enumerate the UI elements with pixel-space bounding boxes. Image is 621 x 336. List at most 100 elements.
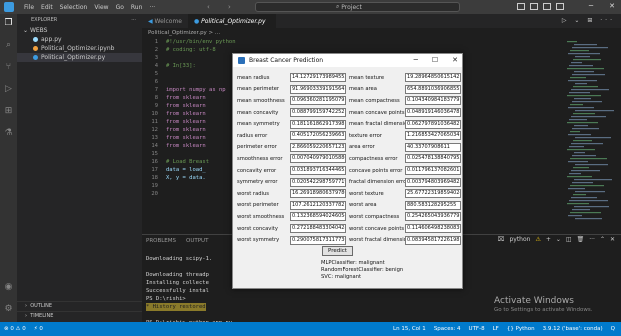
source-control-icon[interactable]: ⑂ bbox=[3, 62, 14, 73]
minimap-line bbox=[573, 113, 595, 115]
command-search-box[interactable]: ⌕ Project bbox=[255, 2, 460, 12]
menu-item[interactable]: Go bbox=[116, 4, 124, 11]
file-item[interactable]: Political_Optimizer.py bbox=[17, 53, 142, 62]
maximize-button[interactable]: ☐ bbox=[432, 56, 438, 64]
feature-input[interactable]: 0.03189371634446557 bbox=[290, 166, 346, 176]
more-actions-icon[interactable]: ··· bbox=[131, 17, 136, 23]
tab-problems[interactable]: PROBLEMS bbox=[146, 238, 176, 244]
vscode-logo-icon bbox=[4, 2, 14, 12]
search-icon[interactable]: ⌕ bbox=[3, 40, 14, 51]
minimap-line bbox=[568, 215, 582, 217]
feature-input[interactable]: 19.28964850615142 bbox=[405, 73, 461, 83]
status-item[interactable]: {} Python bbox=[507, 326, 535, 332]
menu-item[interactable]: Selection bbox=[60, 4, 88, 11]
menu-item[interactable]: ··· bbox=[149, 4, 155, 11]
minimap-line bbox=[571, 89, 609, 91]
line-number: 8 bbox=[154, 95, 158, 101]
terminal-shell-label[interactable]: python bbox=[509, 236, 530, 243]
feature-input[interactable]: 0.048919146036478 bbox=[405, 108, 461, 118]
predict-button[interactable]: Predict bbox=[322, 246, 353, 256]
feature-input[interactable]: 0.062797891036482776 bbox=[405, 119, 461, 129]
folder-webs[interactable]: ⌄ WEBS bbox=[17, 26, 142, 35]
feature-input[interactable]: 16.26918980637978087 bbox=[290, 189, 346, 199]
explorer-icon[interactable]: ❐ bbox=[3, 18, 14, 29]
status-item[interactable]: UTF-8 bbox=[469, 326, 485, 332]
toggle-sidebar-icon[interactable] bbox=[517, 3, 525, 10]
tab-political-optimizer[interactable]: ● Political_Optimizer.py bbox=[188, 14, 276, 28]
feature-input[interactable]: 0.0037948039694823374 bbox=[405, 177, 461, 187]
file-item[interactable]: app.py bbox=[17, 35, 142, 44]
feature-input[interactable]: 0.290075817311773644 bbox=[290, 235, 346, 245]
split-terminal-icon[interactable]: ◫ bbox=[566, 236, 572, 243]
feature-input[interactable]: 2.86605922065712327 bbox=[290, 142, 346, 152]
toggle-panel-icon[interactable] bbox=[530, 3, 538, 10]
menu-item[interactable]: File bbox=[24, 4, 34, 11]
settings-gear-icon[interactable]: ⚙ bbox=[3, 304, 14, 315]
status-item[interactable]: Spaces: 4 bbox=[434, 326, 461, 332]
tab-output[interactable]: OUTPUT bbox=[186, 238, 208, 244]
breadcrumb[interactable]: Political_Optimizer.py > ... bbox=[148, 30, 220, 36]
feature-input[interactable]: 0.088799159742252 bbox=[290, 108, 346, 118]
menu-item[interactable]: Edit bbox=[41, 4, 53, 11]
minimap-line bbox=[574, 206, 609, 208]
status-item[interactable]: ⊗ 0 ⚠ 0 bbox=[4, 326, 26, 332]
feature-input[interactable]: 0.025478138840795305 bbox=[405, 154, 461, 164]
feature-input[interactable]: 1.216853427065034 bbox=[405, 131, 461, 141]
status-item[interactable]: LF bbox=[493, 326, 499, 332]
feature-input[interactable]: 0.254265043936779176 bbox=[405, 212, 461, 222]
warning-icon: ⚠ bbox=[535, 236, 541, 243]
status-item[interactable]: ⚡ 0 bbox=[34, 326, 43, 332]
status-item[interactable]: Q bbox=[611, 326, 615, 332]
feature-input[interactable]: 0.405172056239663775 bbox=[290, 131, 346, 141]
feature-input[interactable]: 0.104340984183779 bbox=[405, 96, 461, 106]
minimap[interactable] bbox=[563, 38, 615, 234]
close-panel-icon[interactable]: ✕ bbox=[610, 236, 615, 243]
minimize-button[interactable]: ─ bbox=[589, 2, 593, 10]
layout-controls[interactable] bbox=[517, 3, 564, 10]
feature-input[interactable]: 0.011796137082601504 bbox=[405, 166, 461, 176]
feature-input[interactable]: 0.007040979010588003 bbox=[290, 154, 346, 164]
maximize-panel-icon[interactable]: ⌃ bbox=[600, 236, 605, 243]
feature-input[interactable]: 0.020542298759771963 bbox=[290, 177, 346, 187]
status-item[interactable]: 3.9.12 ('base': conda) bbox=[543, 326, 603, 332]
feature-input[interactable]: 0.181161862917398 bbox=[290, 119, 346, 129]
extensions-icon[interactable]: ⊞ bbox=[3, 106, 14, 117]
menu-item[interactable]: View bbox=[94, 4, 108, 11]
more-actions-icon[interactable]: ··· bbox=[589, 236, 595, 243]
minimize-button[interactable]: ─ bbox=[414, 56, 418, 64]
chevron-down-icon[interactable]: ⌄ bbox=[556, 236, 561, 243]
window-title-bar: Breast Cancer Prediction ─ ☐ ✕ bbox=[233, 54, 462, 67]
file-item[interactable]: Political_Optimizer.ipynb bbox=[17, 44, 142, 53]
outline-section[interactable]: › OUTLINE bbox=[17, 301, 142, 310]
feature-input[interactable]: 880.583128295255 bbox=[405, 200, 461, 210]
tab-welcome[interactable]: ◀ Welcome bbox=[142, 14, 188, 28]
account-icon[interactable]: ◉ bbox=[3, 282, 14, 293]
feature-input[interactable]: 91.96903339191564 bbox=[290, 84, 346, 94]
feature-input[interactable]: 0.27218848330404286 bbox=[290, 224, 346, 234]
line-number: 6 bbox=[154, 79, 158, 85]
feature-input[interactable]: 25.677223198594024 bbox=[405, 189, 461, 199]
close-button[interactable]: ✕ bbox=[609, 2, 615, 10]
menu-item[interactable]: Run bbox=[131, 4, 143, 11]
toggle-secondary-sidebar-icon[interactable] bbox=[543, 3, 551, 10]
feature-input[interactable]: 0.114606498238083646 bbox=[405, 224, 461, 234]
feature-label: mean radius bbox=[237, 74, 270, 81]
trash-icon[interactable]: 🗑 bbox=[577, 236, 585, 243]
customize-layout-icon[interactable] bbox=[556, 3, 564, 10]
feature-input[interactable]: 0.083945817226198 bbox=[405, 235, 461, 245]
feature-input[interactable]: 107.26121203377827 bbox=[290, 200, 346, 210]
editor-actions[interactable]: ▷ ⌄ ⊞ ··· bbox=[562, 17, 615, 24]
feature-label: mean texture bbox=[349, 74, 385, 81]
timeline-section[interactable]: › TIMELINE bbox=[17, 311, 142, 320]
feature-input[interactable]: 40.33707908611 bbox=[405, 142, 461, 152]
feature-input[interactable]: 654.8891036906855 bbox=[405, 84, 461, 94]
close-button[interactable]: ✕ bbox=[452, 56, 458, 64]
feature-input[interactable]: 0.132368594024605407 bbox=[290, 212, 346, 222]
status-item[interactable]: Ln 15, Col 1 bbox=[393, 326, 426, 332]
feature-input[interactable]: 14.127291739894552 bbox=[290, 73, 346, 83]
run-debug-icon[interactable]: ▷ bbox=[3, 84, 14, 95]
nav-arrows[interactable]: ‹ › bbox=[207, 3, 239, 11]
feature-input[interactable]: 0.096360281195079 bbox=[290, 96, 346, 106]
testing-icon[interactable]: ⚗ bbox=[3, 128, 14, 139]
new-terminal-icon[interactable]: + bbox=[546, 236, 551, 243]
